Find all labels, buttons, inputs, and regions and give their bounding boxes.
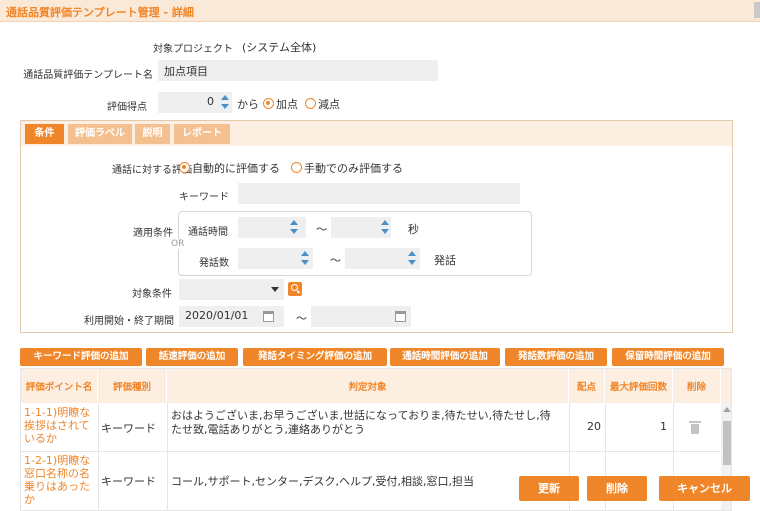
add-call-duration-eval-button[interactable]: 通話時間評価の追加 [390, 348, 500, 366]
header-eval-point-name: 評価ポイント名 [21, 369, 98, 403]
target-cell: コール,サポート,センター,デスク,ヘルプ,受付,相談,窓口,担当 [171, 475, 474, 488]
add-keyword-eval-button[interactable]: キーワード評価の追加 [20, 348, 142, 366]
add-point-radio[interactable] [263, 98, 274, 109]
eval-type-cell: キーワード [101, 475, 156, 488]
utterance-min-spinner-icon[interactable] [301, 251, 309, 265]
duration-min-spinner-icon[interactable] [290, 220, 298, 234]
or-label: OR [169, 239, 187, 249]
template-name-input[interactable]: 加点項目 [158, 60, 438, 81]
subtract-point-label: 減点 [318, 98, 340, 111]
utterance-unit: 発話 [434, 254, 456, 267]
manual-eval-radio[interactable] [291, 162, 302, 173]
score-spinner-icon[interactable] [221, 95, 229, 109]
project-value: (システム全体) [242, 41, 317, 54]
window-corner [754, 2, 760, 18]
eval-type-cell: キーワード [101, 422, 156, 435]
target-condition-label: 対象条件 [132, 289, 172, 300]
target-condition-select[interactable] [179, 279, 284, 300]
header-eval-type: 評価種別 [98, 369, 167, 403]
add-utterance-count-eval-button[interactable]: 発話数評価の追加 [505, 348, 607, 366]
header-delete: 削除 [673, 369, 721, 403]
utterance-label: 発話数 [199, 258, 229, 269]
trash-icon[interactable] [689, 421, 701, 434]
row-divider [21, 451, 721, 452]
tab-eval-label[interactable]: 評価ラベル [68, 124, 132, 144]
template-name-label: 通話品質評価テンプレート名 [23, 70, 153, 81]
score-cell: 20 [587, 420, 601, 433]
header-score: 配点 [569, 369, 605, 403]
window-title: 通話品質評価テンプレート管理 - 詳細 [6, 6, 194, 19]
add-hold-time-eval-button[interactable]: 保留時間評価の追加 [612, 348, 724, 366]
utterance-tilde: 〜 [330, 254, 341, 267]
chevron-down-icon [271, 287, 279, 292]
scroll-thumb[interactable] [723, 421, 731, 465]
seconds-unit: 秒 [408, 223, 419, 236]
header-scroll-spacer [721, 369, 731, 403]
project-label: 対象プロジェクト [153, 44, 233, 55]
conditions-panel: 条件 評価ラベル 説明 レポート 通話に対する評価 自動的に評価する 手動でのみ… [20, 120, 733, 333]
keyword-input[interactable] [238, 183, 520, 204]
tab-bar: 条件 評価ラベル 説明 レポート [21, 121, 732, 146]
window-titlebar: 通話品質評価テンプレート管理 - 詳細 [0, 0, 760, 22]
duration-tilde: 〜 [316, 223, 327, 236]
tab-conditions[interactable]: 条件 [25, 124, 64, 144]
eval-point-name-link[interactable]: 1-1-1)明瞭な挨拶はされているか [24, 406, 96, 445]
period-tilde: 〜 [296, 312, 307, 325]
utterance-max-spinner-icon[interactable] [408, 251, 416, 265]
score-from-text: から [237, 98, 259, 111]
add-speech-speed-eval-button[interactable]: 話速評価の追加 [146, 348, 238, 366]
duration-max-spinner-icon[interactable] [381, 220, 389, 234]
target-cell: おはようございま,お早うございま,世話になっておりま,待たせい,待たせし,待たせ… [171, 409, 551, 436]
add-point-label: 加点 [276, 98, 298, 111]
header-target: 判定対象 [167, 369, 569, 403]
keyword-label: キーワード [179, 192, 229, 203]
auto-eval-radio[interactable] [179, 162, 190, 173]
search-icon[interactable] [288, 282, 302, 296]
auto-eval-label: 自動的に評価する [192, 162, 280, 175]
add-speech-timing-eval-button[interactable]: 発話タイミング評価の追加 [243, 348, 387, 366]
scroll-up-icon[interactable] [723, 407, 731, 412]
eval-point-name-link[interactable]: 1-2-1)明瞭な窓口名称の名乗りはあったか [24, 454, 96, 506]
delete-button[interactable]: 削除 [587, 476, 647, 501]
cancel-button[interactable]: キャンセル [659, 476, 750, 501]
column-divider [98, 403, 99, 510]
duration-label: 通話時間 [188, 227, 228, 238]
usage-period-label: 利用開始・終了期間 [84, 316, 174, 327]
header-max-eval-count: 最大評価回数 [605, 369, 673, 403]
update-button[interactable]: 更新 [519, 476, 579, 501]
tab-report[interactable]: レポート [174, 124, 230, 144]
subtract-point-radio[interactable] [305, 98, 316, 109]
calendar-icon[interactable] [263, 311, 274, 322]
column-divider [167, 403, 168, 510]
score-label: 評価得点 [107, 102, 147, 113]
manual-eval-label: 手動でのみ評価する [304, 162, 403, 175]
tab-description[interactable]: 説明 [135, 124, 170, 144]
apply-condition-label: 適用条件 [133, 228, 173, 239]
calendar-icon[interactable] [395, 311, 406, 322]
max-count-cell: 1 [660, 420, 667, 433]
